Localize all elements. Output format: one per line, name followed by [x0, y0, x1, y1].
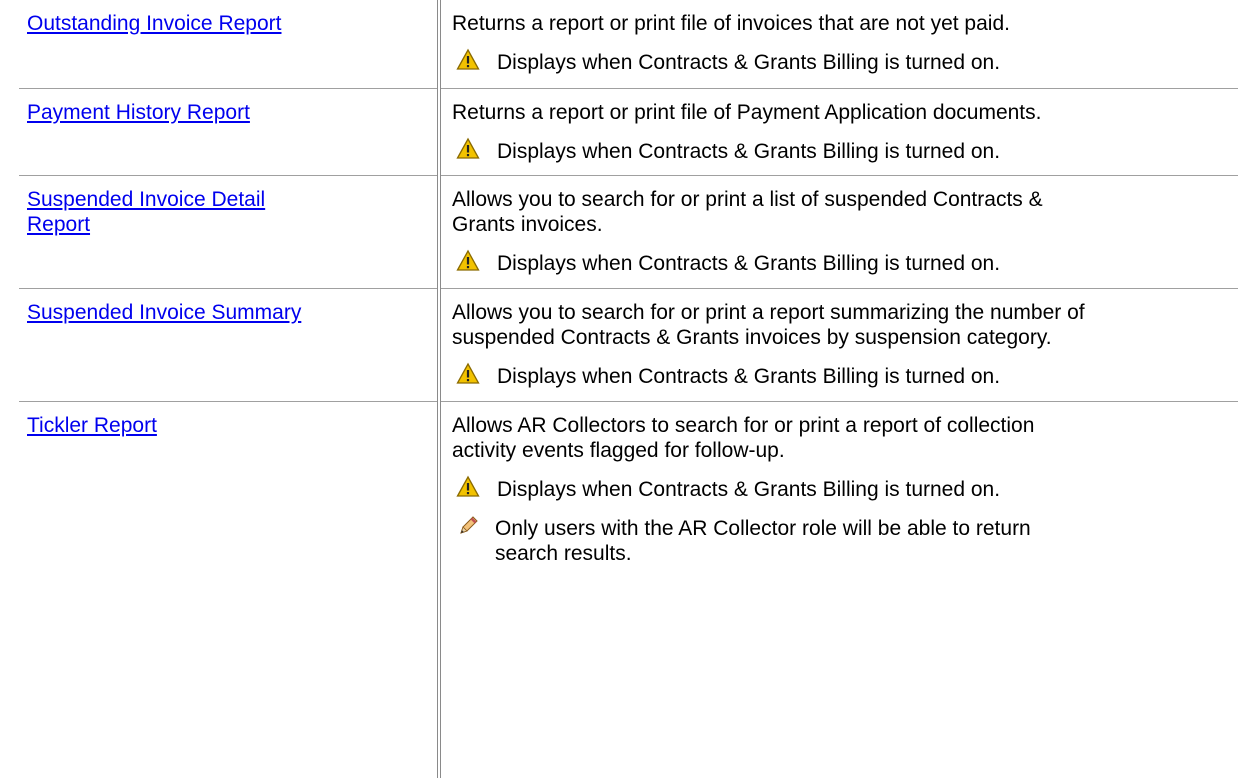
- warning-text: Displays when Contracts & Grants Billing…: [497, 251, 1001, 275]
- tip-line: search results.: [495, 541, 632, 565]
- description-line: Grants invoices.: [452, 212, 603, 236]
- name-cell: Suspended Invoice Detail Report: [19, 175, 441, 289]
- tip-text: Only users with the AR Collector role wi…: [495, 516, 1031, 566]
- outstanding-invoice-report-link[interactable]: Outstanding Invoice Report: [27, 12, 281, 35]
- report-table: Outstanding Invoice Report Returns a rep…: [19, 0, 1238, 778]
- tip-line: Only users with the AR Collector role wi…: [495, 516, 1031, 540]
- warning-text: Displays when Contracts & Grants Billing…: [497, 139, 1001, 163]
- link-line: Report: [27, 212, 91, 236]
- row-description: Allows you to search for or print a repo…: [452, 300, 1228, 350]
- description-line: Allows AR Collectors to search for or pr…: [452, 413, 1035, 437]
- description-cell: Allows you to search for or print a list…: [439, 175, 1238, 289]
- warning-text: Displays when Contracts & Grants Billing…: [497, 477, 1001, 501]
- description-cell: Returns a report or print file of Paymen…: [439, 88, 1238, 176]
- description-cell: Allows you to search for or print a repo…: [439, 288, 1238, 402]
- row-description: Allows AR Collectors to search for or pr…: [452, 413, 1228, 463]
- warning-icon: [456, 48, 480, 70]
- description-line: Allows you to search for or print a list…: [452, 187, 1043, 211]
- warning-note: Displays when Contracts & Grants Billing…: [452, 475, 1228, 512]
- name-cell: Payment History Report: [19, 88, 441, 176]
- row-description: Returns a report or print file of Paymen…: [452, 100, 1042, 124]
- name-cell: Outstanding Invoice Report: [19, 0, 441, 89]
- warning-text: Displays when Contracts & Grants Billing…: [497, 51, 1001, 74]
- warning-note: Displays when Contracts & Grants Billing…: [452, 48, 1228, 85]
- description-line: activity events flagged for follow-up.: [452, 438, 785, 462]
- name-cell: Suspended Invoice Summary: [19, 288, 441, 402]
- link-line: Suspended Invoice Detail: [27, 187, 266, 211]
- warning-icon: [456, 249, 480, 271]
- table-row: Tickler Report Allows AR Collectors to s…: [19, 401, 1238, 778]
- payment-history-report-link[interactable]: Payment History Report: [27, 101, 250, 124]
- row-description: Allows you to search for or print a list…: [452, 187, 1228, 237]
- description-line: Allows you to search for or print a repo…: [452, 300, 1085, 324]
- description-cell: Returns a report or print file of invoic…: [439, 0, 1238, 89]
- table-row: Suspended Invoice Summary Allows you to …: [19, 288, 1238, 402]
- description-cell: Allows AR Collectors to search for or pr…: [439, 401, 1238, 778]
- tip-note: Only users with the AR Collector role wi…: [452, 515, 1228, 576]
- table-row: Outstanding Invoice Report Returns a rep…: [19, 0, 1238, 89]
- suspended-invoice-detail-report-link[interactable]: Suspended Invoice Detail Report: [27, 188, 265, 236]
- warning-icon: [456, 362, 480, 384]
- tickler-report-link[interactable]: Tickler Report: [27, 414, 157, 437]
- table-row: Suspended Invoice Detail Report Allows yo…: [19, 175, 1238, 289]
- warning-text: Displays when Contracts & Grants Billing…: [497, 364, 1001, 388]
- table-row: Payment History Report Returns a report …: [19, 88, 1238, 176]
- suspended-invoice-summary-link[interactable]: Suspended Invoice Summary: [27, 301, 301, 324]
- warning-note: Displays when Contracts & Grants Billing…: [452, 137, 1228, 174]
- warning-icon: [456, 475, 480, 497]
- description-line: suspended Contracts & Grants invoices by…: [452, 325, 1052, 349]
- name-cell: Tickler Report: [19, 401, 441, 778]
- pencil-icon: [460, 515, 478, 534]
- row-description: Returns a report or print file of invoic…: [452, 12, 1010, 35]
- warning-note: Displays when Contracts & Grants Billing…: [452, 362, 1228, 399]
- warning-note: Displays when Contracts & Grants Billing…: [452, 249, 1228, 286]
- warning-icon: [456, 137, 480, 159]
